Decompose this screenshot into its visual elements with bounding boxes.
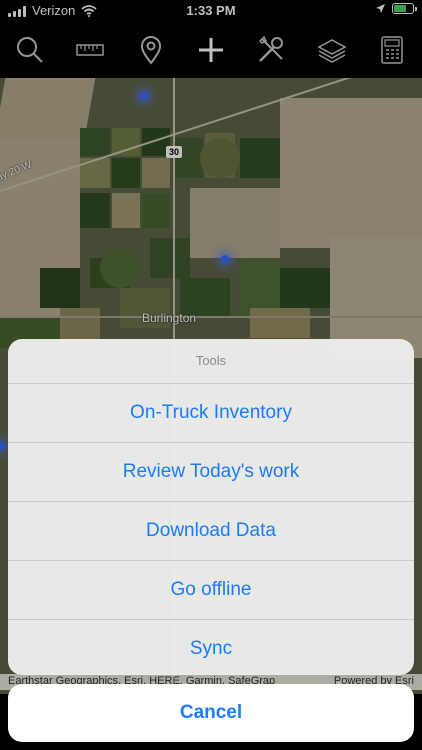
on-truck-inventory-option[interactable]: On-Truck Inventory [8,384,414,443]
go-offline-option[interactable]: Go offline [8,561,414,620]
cancel-button[interactable]: Cancel [8,684,414,742]
sync-option[interactable]: Sync [8,620,414,675]
tools-action-sheet: Tools On-Truck Inventory Review Today's … [8,339,414,675]
action-sheet-title: Tools [8,339,414,384]
download-data-option[interactable]: Download Data [8,502,414,561]
review-todays-work-option[interactable]: Review Today's work [8,443,414,502]
